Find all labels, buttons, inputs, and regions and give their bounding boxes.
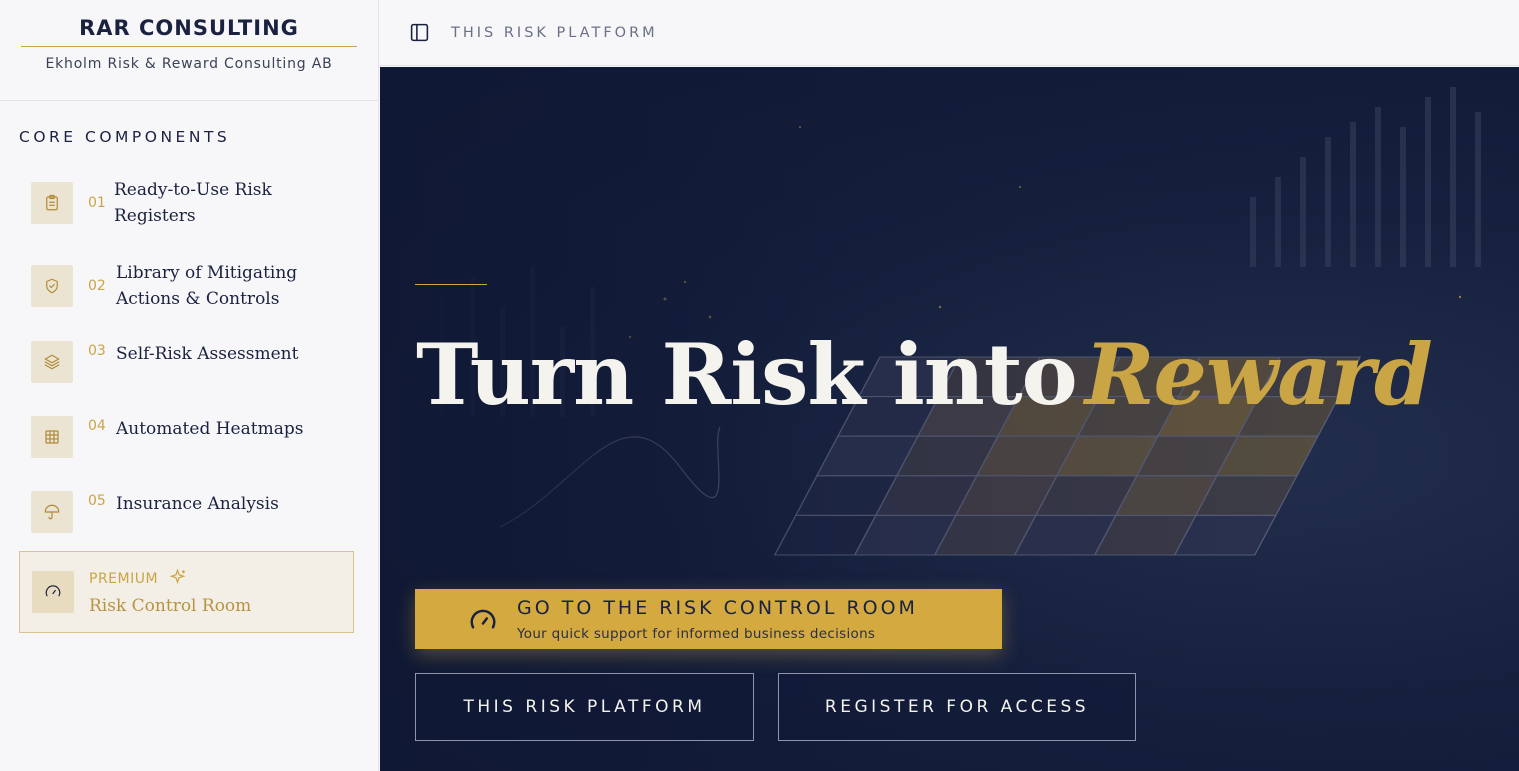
cta-title: GO TO THE RISK CONTROL ROOM <box>517 596 918 619</box>
sidebar-item-label: Automated Heatmaps <box>116 419 304 439</box>
sidebar-item-number: 05 <box>88 493 106 509</box>
sidebar-item-label: Insurance Analysis <box>116 494 279 514</box>
brand-divider <box>21 46 357 47</box>
sidebar-item-label-line1: Ready-to-Use Risk <box>114 180 272 200</box>
hero-accent-rule <box>415 284 487 285</box>
grid-icon <box>31 416 73 458</box>
sidebar-item-label-line1: Library of Mitigating <box>116 263 298 283</box>
go-to-risk-control-room-button[interactable]: GO TO THE RISK CONTROL ROOM Your quick s… <box>415 589 1002 649</box>
sidebar-item-mitigating-actions[interactable]: 02 Library of Mitigating Actions & Contr… <box>31 260 297 312</box>
sidebar-item-label: Library of Mitigating Actions & Controls <box>116 260 297 312</box>
hero-headline: Turn Risk intoReward <box>416 325 1433 424</box>
page-title: THIS RISK PLATFORM <box>451 24 658 41</box>
shield-check-icon <box>31 265 73 307</box>
premium-tag: PREMIUM <box>89 568 251 590</box>
sidebar-item-label: Ready-to-Use Risk Registers <box>114 177 272 229</box>
hero-headline-accent: Reward <box>1084 325 1433 424</box>
brand-header: RAR CONSULTING Ekholm Risk & Reward Cons… <box>0 0 378 101</box>
this-risk-platform-button[interactable]: THIS RISK PLATFORM <box>415 673 754 741</box>
sidebar-toggle-icon <box>410 23 428 42</box>
section-title-core-components: CORE COMPONENTS <box>19 128 231 146</box>
brand-subtitle: Ekholm Risk & Reward Consulting AB <box>45 56 333 72</box>
clipboard-list-icon <box>31 182 73 224</box>
sidebar-item-label-line2: Registers <box>114 206 196 226</box>
layers-icon <box>31 341 73 383</box>
sidebar-item-number: 02 <box>88 278 106 294</box>
sidebar-item-label-line2: Actions & Controls <box>116 289 280 309</box>
sidebar-item-risk-registers[interactable]: 01 Ready-to-Use Risk Registers <box>31 177 272 229</box>
sidebar-item-number: 04 <box>88 418 106 434</box>
gauge-icon <box>468 606 498 636</box>
premium-text: PREMIUM Risk Control Room <box>89 568 251 616</box>
sparkles-icon <box>169 568 188 590</box>
gauge-icon <box>32 571 74 613</box>
sidebar-item-automated-heatmaps[interactable]: 04 Automated Heatmaps <box>31 416 303 458</box>
sidebar-item-risk-control-room[interactable]: PREMIUM Risk Control Room <box>19 551 354 633</box>
brand-title[interactable]: RAR CONSULTING <box>79 16 299 46</box>
top-bar: THIS RISK PLATFORM <box>380 0 1519 66</box>
premium-item-label: Risk Control Room <box>89 596 252 616</box>
sidebar-item-label: Self-Risk Assessment <box>116 344 299 364</box>
sidebar-item-number: 01 <box>88 195 106 211</box>
sidebar: RAR CONSULTING Ekholm Risk & Reward Cons… <box>0 0 379 771</box>
premium-badge-label: PREMIUM <box>89 571 159 587</box>
umbrella-icon <box>31 491 73 533</box>
sidebar-item-number: 03 <box>88 343 106 359</box>
register-for-access-button[interactable]: REGISTER FOR ACCESS <box>778 673 1136 741</box>
sidebar-toggle-button[interactable] <box>408 22 430 44</box>
hero-headline-main: Turn Risk into <box>416 325 1078 424</box>
sidebar-item-self-risk-assessment[interactable]: 03 Self-Risk Assessment <box>31 341 298 383</box>
cta-text: GO TO THE RISK CONTROL ROOM Your quick s… <box>517 597 918 642</box>
sidebar-item-insurance-analysis[interactable]: 05 Insurance Analysis <box>31 491 279 533</box>
cta-subtitle: Your quick support for informed business… <box>517 625 876 642</box>
hero-section: Turn Risk intoReward GO TO THE RISK CONT… <box>380 67 1519 771</box>
